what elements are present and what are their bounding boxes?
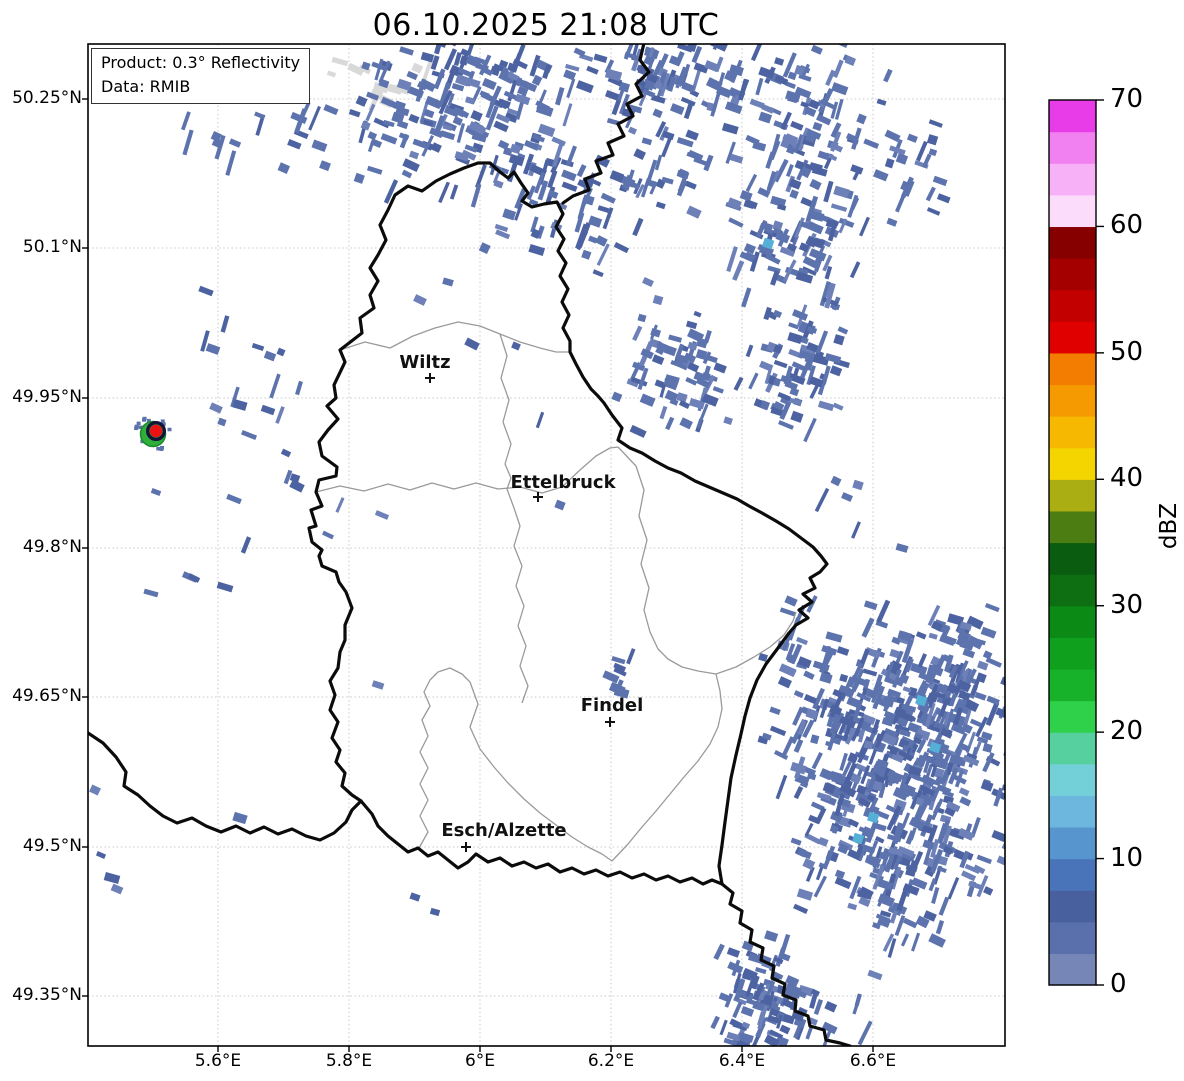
city-label-ettelbruck: Ettelbruck	[510, 472, 616, 493]
colorbar-tick-label: 70	[1110, 84, 1144, 114]
colorbar-tick-label: 50	[1110, 336, 1144, 367]
y-tick-label: 49.8°N	[22, 537, 82, 557]
y-tick-label: 49.65°N	[12, 686, 82, 706]
radar-echoes	[89, 44, 1005, 1046]
plot-title: 06.10.2025 21:08 UTC	[372, 8, 720, 43]
x-tick-label: 6°E	[464, 1051, 496, 1071]
y-tick-label: 49.5°N	[22, 836, 82, 856]
city-annotations: Wiltz Ettelbruck Findel Esch/Alzette	[399, 352, 643, 852]
colorbar	[1048, 99, 1104, 986]
x-tick-label: 6.2°E	[587, 1051, 635, 1071]
city-label-esch-alzette: Esch/Alzette	[441, 820, 566, 841]
product-info-box: Product: 0.3° Reflectivity Data: RMIB	[91, 48, 311, 104]
colorbar-tick-label: 30	[1110, 589, 1144, 620]
national-borders	[88, 44, 852, 1046]
district-borders	[315, 321, 797, 862]
colorbar-tick-label: 40	[1110, 463, 1144, 494]
y-tick-label: 49.95°N	[12, 387, 82, 407]
colorbar-tick-label: 0	[1110, 969, 1127, 999]
colorbar-axis-label: dBZ	[1156, 502, 1182, 550]
x-tick-label: 6.6°E	[849, 1051, 897, 1071]
x-tick-label: 5.8°E	[325, 1051, 373, 1071]
y-tick-label: 50.25°N	[12, 88, 82, 108]
data-source-line: Data: RMIB	[101, 77, 191, 96]
radar-figure: { "title": "06.10.2025 21:08 UTC", "info…	[0, 0, 1184, 1081]
colorbar-tick-label: 20	[1110, 716, 1144, 747]
y-tick-label: 50.1°N	[22, 237, 82, 257]
colorbar-tick-label: 60	[1110, 210, 1144, 241]
x-tick-label: 5.6°E	[194, 1051, 242, 1071]
product-line: Product: 0.3° Reflectivity	[101, 53, 301, 72]
radar-site-clutter	[134, 416, 172, 451]
colorbar-tick-label: 10	[1110, 842, 1144, 873]
city-label-findel: Findel	[581, 695, 644, 716]
y-tick-label: 49.35°N	[12, 985, 82, 1005]
x-tick-label: 6.4°E	[718, 1051, 766, 1071]
radar-map-canvas: Wiltz Ettelbruck Findel Esch/Alzette	[82, 43, 1104, 1052]
city-label-wiltz: Wiltz	[399, 352, 450, 373]
axis-ticks	[82, 98, 874, 1052]
